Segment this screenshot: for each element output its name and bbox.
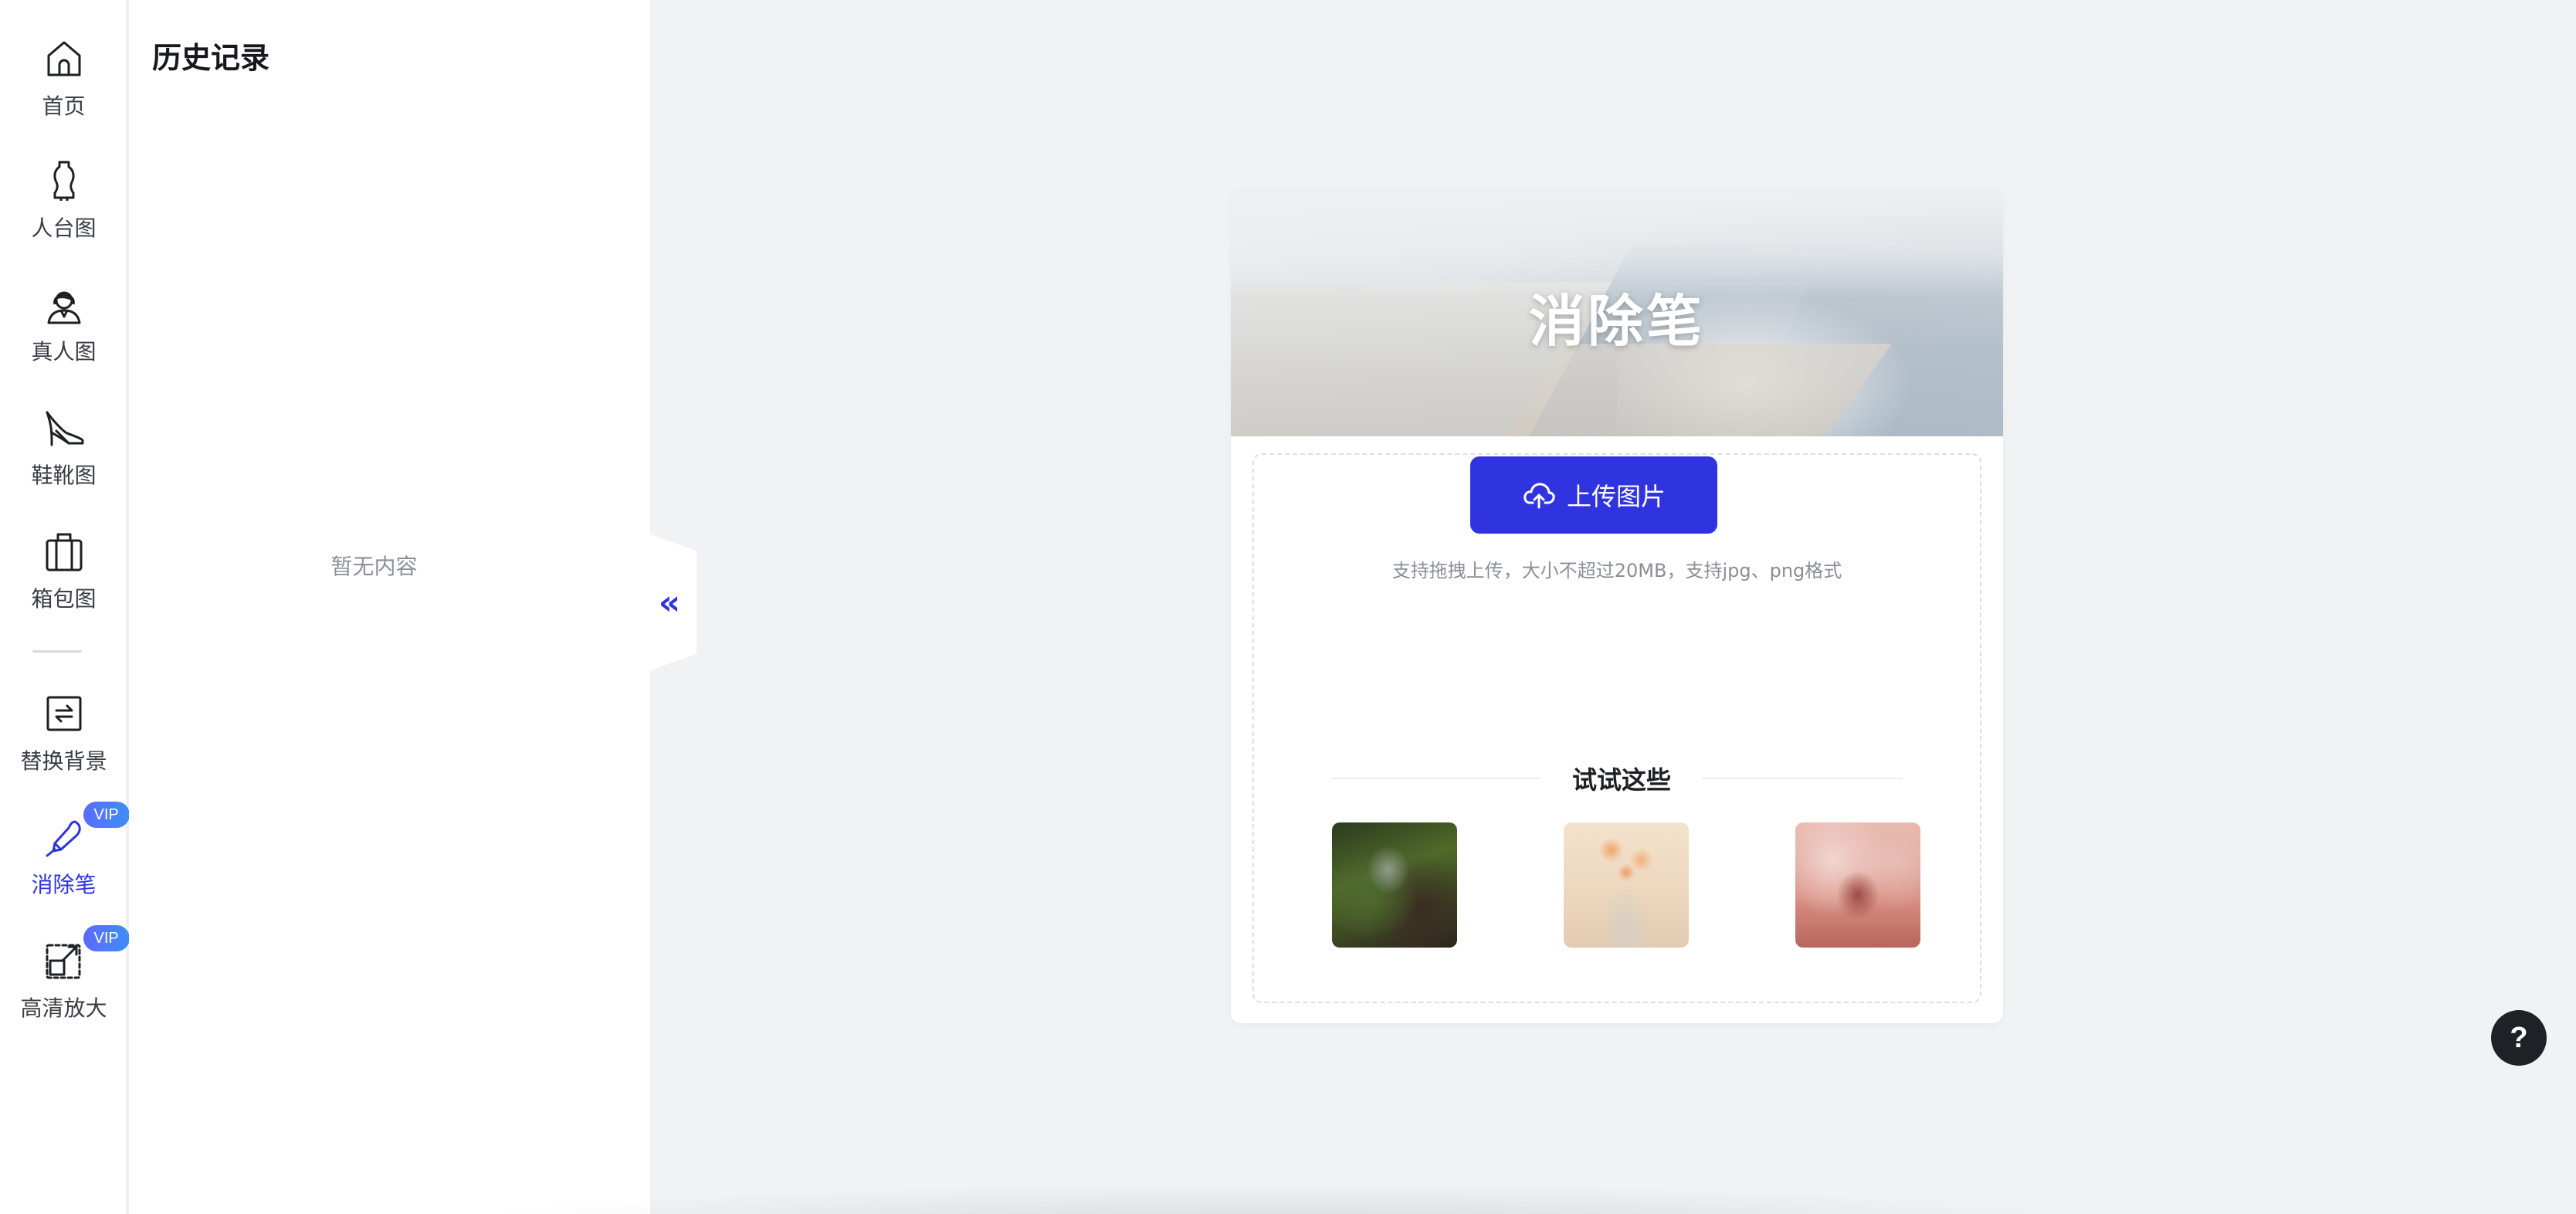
bottom-shadow xyxy=(432,1182,2131,1214)
nav-divider xyxy=(32,650,82,653)
nav-item-label: 替换背景 xyxy=(20,748,107,774)
history-title: 历史记录 xyxy=(152,41,270,75)
nav-item-shoes[interactable]: 鞋靴图 xyxy=(0,405,127,513)
nav-item-label: 鞋靴图 xyxy=(31,463,97,488)
app-root: 首页 人台图 真人图 鞋靴图 箱包图 替换背景 VIP 消除笔 VIP 高清放大… xyxy=(0,0,2576,1214)
nav-item-label: 人台图 xyxy=(31,215,97,241)
nav-item-replace-background[interactable]: 替换背景 xyxy=(0,690,127,799)
sample-image-sneaker[interactable] xyxy=(1332,822,1457,948)
sidebar-nav: 首页 人台图 真人图 鞋靴图 箱包图 替换背景 VIP 消除笔 VIP 高清放大 xyxy=(0,0,130,1214)
divider-line xyxy=(1702,778,1903,779)
history-empty-text: 暂无内容 xyxy=(330,554,418,579)
nav-item-eraser[interactable]: VIP 消除笔 xyxy=(0,802,130,922)
nav-item-home[interactable]: 首页 xyxy=(0,36,127,144)
nav-item-person[interactable]: 真人图 xyxy=(0,281,127,389)
suitcase-icon xyxy=(41,528,87,575)
mannequin-icon xyxy=(41,158,87,204)
try-these-header: 试试这些 xyxy=(1231,761,2003,795)
cloud-upload-icon xyxy=(1524,483,1555,509)
home-icon xyxy=(41,36,87,82)
vip-badge: VIP xyxy=(83,925,130,951)
upload-button-label: 上传图片 xyxy=(1566,482,1666,511)
upscale-icon: VIP xyxy=(41,925,130,984)
nav-item-mannequin[interactable]: 人台图 xyxy=(0,158,127,266)
banner-image: 消除笔 xyxy=(1231,189,2003,436)
upload-hint: 支持拖拽上传，大小不超过20MB，支持jpg、png格式 xyxy=(1391,560,1842,582)
nav-item-label: 真人图 xyxy=(31,339,97,365)
sample-image-handbag[interactable] xyxy=(1795,822,1920,948)
history-panel: 历史记录 暂无内容 xyxy=(129,0,650,1214)
nav-item-label: 消除笔 xyxy=(31,872,97,897)
nav-item-label: 箱包图 xyxy=(31,586,97,612)
banner-title: 消除笔 xyxy=(1528,289,1705,354)
eraser-pen-icon: VIP xyxy=(41,802,130,860)
swap-background-icon xyxy=(41,690,87,737)
upload-image-button[interactable]: 上传图片 xyxy=(1470,456,1717,534)
help-button[interactable]: ? xyxy=(2491,1010,2547,1066)
sample-image-flowers[interactable] xyxy=(1564,822,1689,948)
high-heel-icon xyxy=(41,405,87,451)
nav-item-label: 高清放大 xyxy=(20,995,107,1021)
nav-item-label: 首页 xyxy=(42,93,86,119)
double-chevron-left-icon: « xyxy=(658,582,681,622)
collapse-history-button[interactable]: « xyxy=(650,534,697,670)
nav-item-upscale[interactable]: VIP 高清放大 xyxy=(0,925,130,1046)
eraser-tool-card: 消除笔 上传图片 支持拖拽上传，大小不超过20MB，支持jpg、png格式 试试… xyxy=(1231,189,2003,1023)
vip-badge: VIP xyxy=(83,802,130,828)
nav-item-bags[interactable]: 箱包图 xyxy=(0,528,127,636)
person-icon xyxy=(41,281,87,327)
